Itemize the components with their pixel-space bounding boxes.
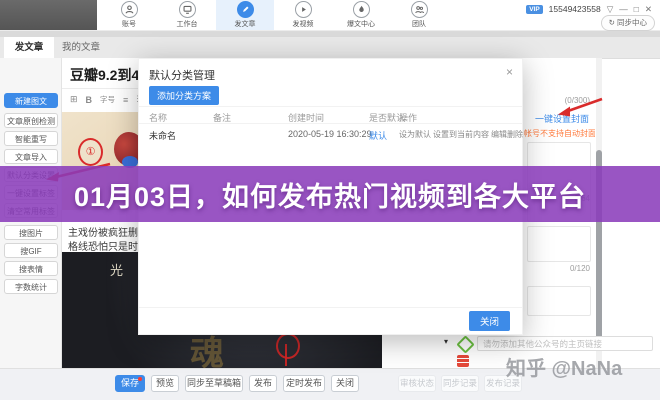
red-line-annotation (285, 344, 287, 366)
action-set-default[interactable]: 设为默认 (399, 129, 431, 140)
sync-center-label: 同步中心 (617, 18, 647, 27)
sidebar-item-search-gif[interactable]: 搜GIF (4, 243, 58, 258)
sidebar-item-article-import[interactable]: 文章导入 (4, 149, 58, 164)
font-size-button[interactable]: 字号 (100, 94, 115, 105)
nav-label: 发视频 (293, 19, 314, 29)
red-ring-annotation (276, 333, 300, 359)
nav-item-team[interactable]: 团队 (390, 0, 448, 30)
action-delete[interactable]: 删除 (507, 129, 523, 140)
pen-icon (237, 1, 254, 18)
row-default-badge: 默认 (369, 129, 387, 142)
close-window-button[interactable]: ✕ (645, 4, 652, 14)
nav-item-account[interactable]: 账号 (100, 0, 158, 30)
sidebar-item-search-images[interactable]: 搜图片 (4, 225, 58, 240)
nav-item-publish-video[interactable]: 发视频 (274, 0, 332, 30)
user-icon (121, 1, 138, 18)
nav-label: 账号 (122, 19, 136, 29)
account-phone[interactable]: 15549423558 (549, 4, 601, 14)
sync-draft-button[interactable]: 同步至草稿箱 (185, 375, 243, 392)
nav-item-workbench[interactable]: 工作台 (158, 0, 216, 30)
preview-button[interactable]: 预览 (151, 375, 179, 392)
row-created-time: 2020-05-19 16:30:29 (288, 129, 372, 139)
dialog-close-icon[interactable]: × (506, 65, 513, 79)
article-text-line: 主戏份被疯狂删 (68, 224, 138, 239)
sync-record-button[interactable]: 同步记录 (441, 375, 479, 392)
align-icon[interactable]: ≡ (123, 95, 128, 105)
title-counter: (0/300) (565, 96, 590, 105)
nav-label: 团队 (412, 19, 426, 29)
summary-counter: 0/120 (570, 264, 590, 273)
sidebar-item-search-emoji[interactable]: 搜表情 (4, 261, 58, 276)
sync-icon: ↻ (609, 18, 615, 27)
sidebar-item-new-article[interactable]: 新建图文 (4, 93, 58, 108)
bold-button[interactable]: B (86, 95, 93, 105)
extra-field-box[interactable] (527, 286, 591, 316)
watermark: 知乎 @NaNa (506, 352, 622, 381)
set-cover-link[interactable]: 一键设置封面 (535, 112, 589, 125)
nav-label: 爆文中心 (347, 19, 375, 29)
sync-center-button[interactable]: ↻ 同步中心 (601, 15, 655, 31)
top-bar: 账号 工作台 发文章 发视频 (0, 0, 660, 31)
overlay-banner: 01月03日，如何发布热门视频到各大平台 (0, 166, 660, 222)
schedule-publish-button[interactable]: 定时发布 (283, 375, 325, 392)
app-window: 账号 工作台 发文章 发视频 (0, 0, 660, 400)
article-text-line: 格线恐怕只是时 (68, 238, 138, 253)
banner-title: 01月03日，如何发布热门视频到各大平台 (74, 175, 586, 214)
sidebar-item-word-count[interactable]: 字数统计 (4, 279, 58, 294)
main-nav: 账号 工作台 发文章 发视频 (100, 0, 452, 30)
divider (139, 307, 522, 308)
save-label: 保存 (121, 378, 139, 388)
sidebar-item-smart-rewrite[interactable]: 智能重写 (4, 131, 58, 146)
sidebar-item-originality-check[interactable]: 文章原创检测 (4, 113, 58, 128)
window-corner-backdrop (0, 0, 97, 30)
audit-status-button[interactable]: 审核状态 (398, 375, 436, 392)
vip-badge: VIP (526, 5, 542, 14)
workbench-icon (179, 1, 196, 18)
red-platform-icon (457, 355, 469, 367)
grid-icon[interactable]: ⊞ (70, 94, 78, 105)
tab-bar: 发文章 我的文章 (0, 37, 660, 59)
image-glyph: 光 (110, 260, 123, 279)
nav-item-hot-center[interactable]: 爆文中心 (332, 0, 390, 30)
nav-item-publish-article[interactable]: 发文章 (216, 0, 274, 30)
tab-my-articles[interactable]: 我的文章 (54, 37, 108, 58)
add-category-button[interactable]: 添加分类方案 (149, 86, 219, 105)
dropdown-icon[interactable]: ▽ (607, 4, 614, 14)
dialog-title: 默认分类管理 (149, 67, 215, 83)
homepage-link-input[interactable] (477, 336, 653, 351)
save-button[interactable]: 保存 (115, 375, 145, 392)
divider (139, 106, 522, 107)
unsaved-indicator (138, 377, 142, 381)
cover-warning-text: 帐号不支持自动封面模式 (524, 128, 595, 139)
tab-publish-article[interactable]: 发文章 (4, 37, 54, 58)
team-icon (411, 1, 428, 18)
circle-annotation: ① (78, 138, 103, 166)
divider (139, 123, 522, 124)
summary-box[interactable] (527, 226, 591, 262)
nav-label: 工作台 (177, 19, 198, 29)
title-bar-divider (0, 30, 660, 37)
maximize-button[interactable]: □ (634, 4, 639, 14)
flame-icon (353, 1, 370, 18)
action-edit[interactable]: 编辑 (491, 129, 507, 140)
close-editor-button[interactable]: 关闭 (331, 375, 359, 392)
window-controls: VIP 15549423558 ▽ — □ ✕ (526, 4, 652, 14)
play-icon (295, 1, 312, 18)
caret-down-icon[interactable]: ▾ (444, 337, 448, 346)
dialog-close-button[interactable]: 关闭 (469, 311, 510, 331)
minimize-button[interactable]: — (619, 4, 628, 14)
action-apply-current[interactable]: 设置到当前内容 (433, 129, 489, 140)
nav-label: 发文章 (235, 19, 256, 29)
publish-button[interactable]: 发布 (249, 375, 277, 392)
row-name: 未命名 (149, 129, 176, 142)
